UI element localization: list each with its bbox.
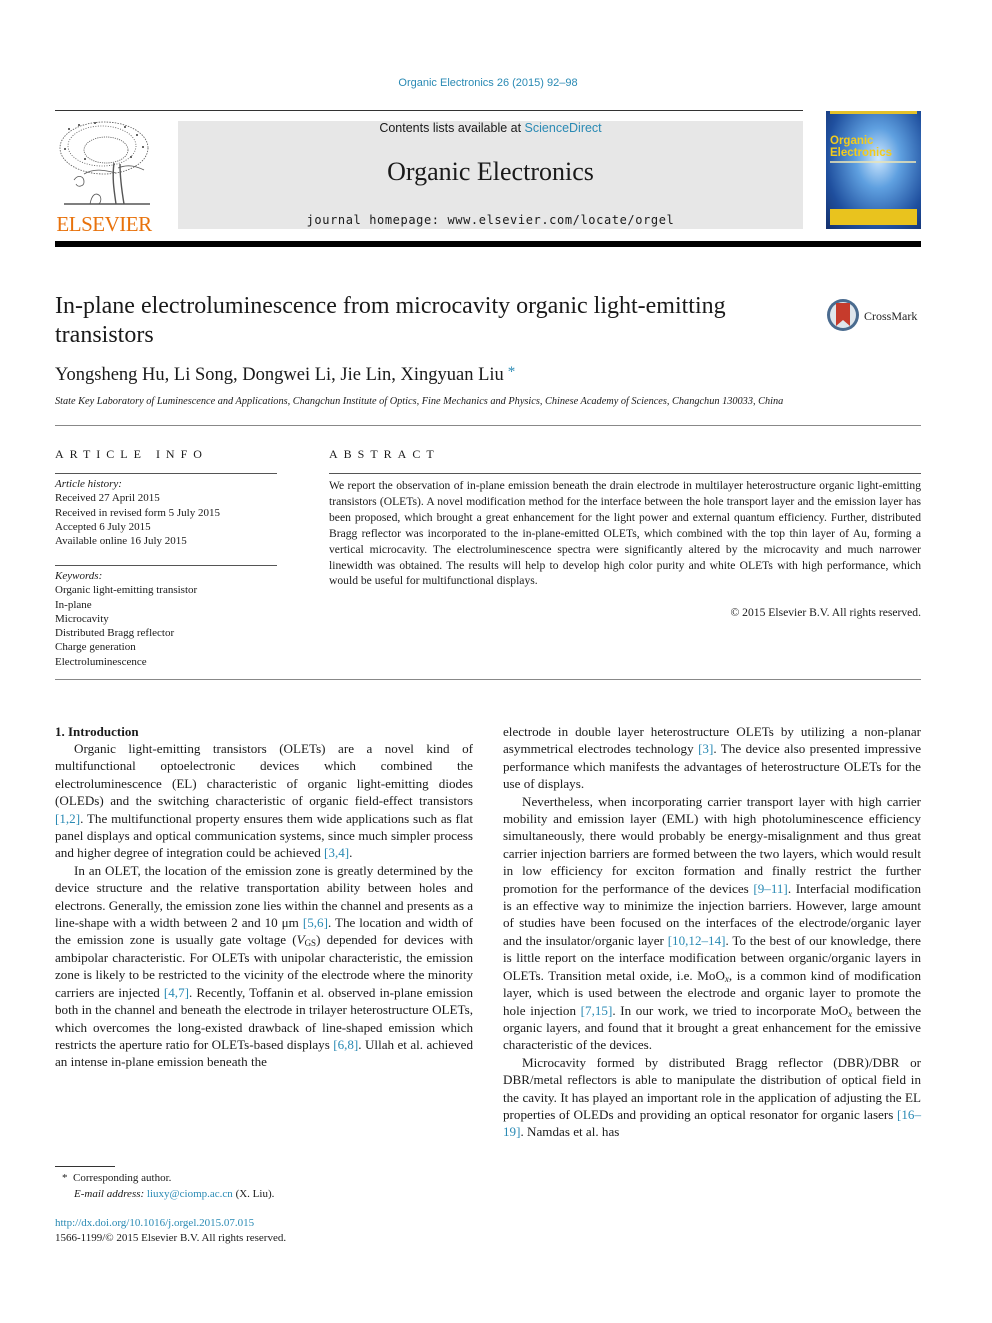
footnote-corresponding: Corresponding author. [73,1172,172,1184]
elsevier-tree-icon [54,118,154,210]
vgs-subscript: GS [304,938,317,949]
citation-link-7-15[interactable]: [7,15] [581,1003,613,1018]
citation-link-3-4[interactable]: [3,4] [324,845,349,860]
sciencedirect-link[interactable]: ScienceDirect [525,121,602,135]
cover-subtitle-line [830,161,916,163]
author-affiliation: State Key Laboratory of Luminescence and… [55,396,784,407]
article-history: Article history: Received 27 April 2015 … [55,477,220,548]
email-link[interactable]: liuxy@ciomp.ac.cn [147,1188,233,1200]
history-accepted: Accepted 6 July 2015 [55,520,151,533]
email-suffix: (X. Liu). [235,1188,275,1200]
crossmark-label: CrossMark [864,309,918,323]
citation-link-5-6[interactable]: [5,6] [303,915,328,930]
abstract-rule [329,473,921,474]
intro-paragraph-3: Nevertheless, when incorporating carrier… [503,793,921,1054]
vgs-symbol: VGS [296,932,317,949]
history-received: Received 27 April 2015 [55,492,160,505]
cover-title-line2: Electronics [830,147,892,159]
paragraph-text: Microcavity formed by distributed Bragg … [503,1054,921,1122]
citation-link-4-7[interactable]: [4,7] [164,985,189,1000]
intro-paragraph-1: Organic light-emitting transistors (OLET… [55,740,473,862]
keywords-list: Keywords: Organic light-emitting transis… [55,569,197,669]
paragraph-text: . [349,845,353,861]
footnote-marker: * [62,1172,68,1184]
paragraph-text: . Namdas et al. has [520,1124,620,1140]
authors-names: Yongsheng Hu, Li Song, Dongwei Li, Jie L… [55,365,504,385]
cover-top-bar [830,111,917,114]
citation-link-10-12-14[interactable]: [10,12–14] [668,933,726,948]
citation-link-3[interactable]: [3] [698,741,713,756]
keyword-item: Organic light-emitting transistor [55,584,198,597]
keyword-item: Charge generation [55,641,136,654]
footnote-rule [55,1166,115,1167]
abstract-heading: ABSTRACT [329,447,440,461]
body-column-left: Organic light-emitting transistors (OLET… [55,740,473,1071]
contents-prefix: Contents lists available at [379,121,525,135]
paragraph-text: . In our work, we tried to incorporate M… [612,1002,849,1018]
cover-title-line1: Organic [830,135,874,147]
body-column-right: electrode in double layer heterostructur… [503,723,921,1141]
journal-citation-link[interactable]: Organic Electronics 26 (2015) 92–98 [0,77,976,89]
article-info-rule [55,473,277,474]
crossmark-button[interactable]: CrossMark [826,298,926,334]
article-title: In-plane electroluminescence from microc… [55,293,726,348]
journal-masthead: Contents lists available at ScienceDirec… [178,121,803,229]
keywords-label: Keywords: [55,570,103,582]
issn-copyright: 1566-1199/© 2015 Elsevier B.V. All right… [55,1232,287,1244]
elsevier-wordmark: ELSEVIER [56,212,152,236]
keyword-item: In-plane [55,598,92,611]
history-online: Available online 16 July 2015 [55,535,187,548]
paragraph-text: . The multifunctional property ensures t… [55,810,473,861]
corresponding-author-footnote: * Corresponding author. E-mail address: … [62,1170,274,1202]
history-revised: Received in revised form 5 July 2015 [55,506,220,519]
article-history-label: Article history: [55,478,122,490]
keyword-item: Distributed Bragg reflector [55,627,175,640]
intro-paragraph-2-continued: electrode in double layer heterostructur… [503,723,921,793]
article-info-heading: ARTICLE INFO [55,447,208,461]
header-rule [55,110,803,111]
corresponding-author-marker[interactable]: * [508,364,516,380]
doi-link[interactable]: http://dx.doi.org/10.1016/j.orgel.2015.0… [55,1217,254,1229]
journal-name: Organic Electronics [387,157,594,186]
journal-cover-image[interactable]: Organic Electronics [826,111,921,229]
keyword-item: Microcavity [55,612,109,625]
citation-link-6-8[interactable]: [6,8] [333,1037,358,1052]
doi-block: http://dx.doi.org/10.1016/j.orgel.2015.0… [55,1216,286,1246]
footnote-line-2: E-mail address: liuxy@ciomp.ac.cn (X. Li… [62,1186,274,1202]
author-list: Yongsheng Hu, Li Song, Dongwei Li, Jie L… [55,364,515,386]
vgs-v: V [296,932,305,948]
citation-link-9-11[interactable]: [9–11] [753,881,787,896]
crossmark-icon [827,299,859,331]
keywords-rule [55,565,277,566]
keyword-item: Electroluminescence [55,655,147,668]
paragraph-text: Organic light-emitting transistors (OLET… [55,741,473,809]
contents-availability: Contents lists available at ScienceDirec… [178,121,803,135]
cover-bottom-band [830,209,917,225]
masthead-thick-rule [55,241,921,247]
affiliation-rule [55,425,921,426]
elsevier-logo[interactable]: ELSEVIER [54,118,154,236]
abstract-copyright: © 2015 Elsevier B.V. All rights reserved… [730,606,921,619]
section-heading-introduction: 1. Introduction [55,724,139,739]
abstract-text: We report the observation of in-plane em… [329,479,921,588]
abstract-bottom-rule [55,679,921,680]
footnote-line-1: * Corresponding author. [62,1170,274,1186]
journal-homepage[interactable]: journal homepage: www.elsevier.com/locat… [178,213,803,227]
cover-title: Organic Electronics [830,135,892,159]
intro-paragraph-2: In an OLET, the location of the emission… [55,862,473,1071]
email-label: E-mail address: [74,1188,145,1200]
intro-paragraph-4: Microcavity formed by distributed Bragg … [503,1054,921,1141]
citation-link-1-2[interactable]: [1,2] [55,811,80,826]
